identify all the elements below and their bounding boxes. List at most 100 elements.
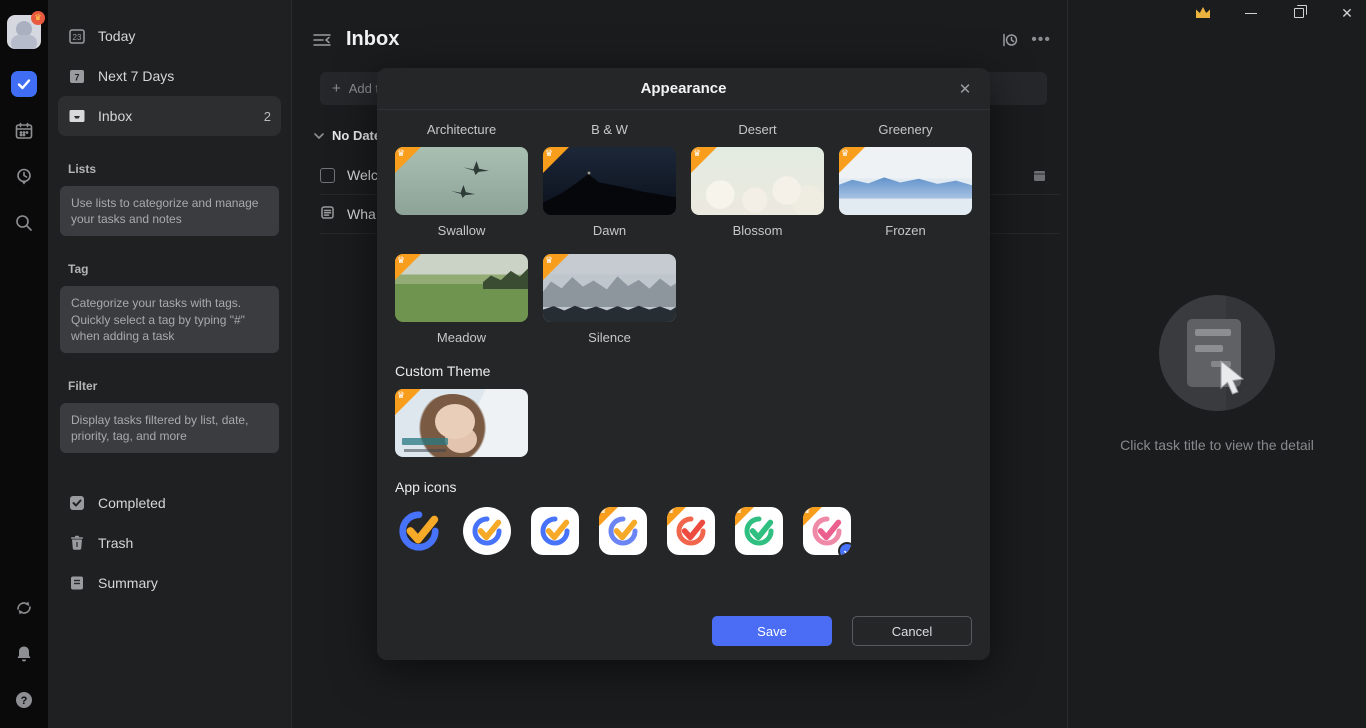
tasks-view-icon[interactable] bbox=[11, 71, 37, 97]
task-note-icon bbox=[320, 205, 335, 223]
left-rail: ? bbox=[0, 0, 48, 728]
close-button[interactable]: ✕ bbox=[1338, 4, 1356, 22]
minimize-button[interactable] bbox=[1242, 4, 1260, 22]
premium-badge-icon bbox=[691, 147, 717, 173]
sidebar-item-label: Trash bbox=[98, 535, 133, 551]
custom-theme-thumbnail[interactable] bbox=[395, 389, 528, 457]
chevron-down-icon bbox=[314, 132, 324, 140]
theme-label[interactable]: Architecture bbox=[395, 122, 528, 137]
app-icons-row bbox=[395, 507, 972, 555]
premium-badge-icon bbox=[839, 147, 865, 173]
app-icon-option-square[interactable] bbox=[531, 507, 579, 555]
theme-label: Frozen bbox=[839, 223, 972, 238]
premium-badge-icon bbox=[395, 389, 421, 415]
ticktick-logo-icon bbox=[470, 514, 504, 548]
dialog-title: Appearance bbox=[641, 80, 727, 97]
sidebar-item-completed[interactable]: Completed bbox=[58, 483, 281, 523]
theme-thumbnail bbox=[395, 147, 528, 215]
app-icon-option-circle[interactable] bbox=[463, 507, 511, 555]
add-task-placeholder: Add t bbox=[349, 81, 379, 96]
app-icon-option-pink-premium[interactable] bbox=[803, 507, 851, 555]
app-icon-option-green-premium[interactable] bbox=[735, 507, 783, 555]
sync-icon[interactable] bbox=[12, 596, 36, 620]
cancel-button[interactable]: Cancel bbox=[852, 616, 972, 646]
section-heading-filter: Filter bbox=[58, 379, 281, 393]
premium-crown-badge-icon bbox=[31, 11, 45, 25]
group-label: No Date bbox=[332, 128, 381, 143]
premium-badge-icon bbox=[667, 507, 686, 526]
sidebar-item-label: Next 7 Days bbox=[98, 68, 174, 84]
theme-option-swallow[interactable]: Swallow bbox=[395, 147, 528, 238]
theme-thumbnail bbox=[839, 147, 972, 215]
premium-badge-icon bbox=[543, 254, 569, 280]
completed-icon bbox=[68, 494, 86, 512]
appearance-dialog: Appearance ✕ Architecture B & W Desert G… bbox=[377, 68, 990, 660]
calendar-week-icon: 7 bbox=[68, 67, 86, 85]
inbox-icon bbox=[68, 107, 86, 125]
empty-illustration bbox=[1159, 295, 1275, 411]
theme-thumbnail bbox=[543, 254, 676, 322]
sidebar-item-trash[interactable]: Trash bbox=[58, 523, 281, 563]
search-icon[interactable] bbox=[12, 211, 36, 235]
premium-badge-icon bbox=[735, 507, 754, 526]
theme-option-dawn[interactable]: Dawn bbox=[543, 147, 676, 238]
task-detail-panel: Click task title to view the detail bbox=[1067, 0, 1366, 728]
sidebar-item-summary[interactable]: Summary bbox=[58, 563, 281, 603]
help-icon[interactable]: ? bbox=[12, 688, 36, 712]
lists-hint-card: Use lists to categorize and manage your … bbox=[60, 186, 279, 236]
theme-label[interactable]: Desert bbox=[691, 122, 824, 137]
page-title: Inbox bbox=[346, 28, 399, 51]
theme-grid: Swallow Dawn Blossom Frozen Meadow bbox=[395, 147, 972, 345]
theme-option-meadow[interactable]: Meadow bbox=[395, 254, 528, 345]
section-heading-lists: Lists bbox=[58, 162, 281, 176]
theme-label: Meadow bbox=[395, 330, 528, 345]
task-checkbox[interactable] bbox=[320, 168, 335, 183]
premium-badge-icon bbox=[395, 147, 421, 173]
calendar-view-icon[interactable] bbox=[12, 119, 36, 143]
avatar[interactable] bbox=[7, 15, 41, 49]
group-header-no-date[interactable]: No Date bbox=[314, 128, 381, 143]
theme-label: Swallow bbox=[395, 223, 528, 238]
app-icon-option-red-premium[interactable] bbox=[667, 507, 715, 555]
custom-theme-caption-strip bbox=[402, 438, 448, 445]
notifications-bell-icon[interactable] bbox=[12, 642, 36, 666]
premium-badge-icon bbox=[395, 254, 421, 280]
inbox-count: 2 bbox=[264, 109, 271, 124]
theme-label: Blossom bbox=[691, 223, 824, 238]
tag-hint-card: Categorize your tasks with tags. Quickly… bbox=[60, 286, 279, 353]
filter-hint-card: Display tasks filtered by list, date, pr… bbox=[60, 403, 279, 453]
app-icon-option-blue-premium[interactable] bbox=[599, 507, 647, 555]
premium-crown-icon[interactable] bbox=[1194, 4, 1212, 22]
plus-icon: + bbox=[332, 80, 341, 97]
theme-label: Silence bbox=[543, 330, 676, 345]
theme-label[interactable]: B & W bbox=[543, 122, 676, 137]
collapse-sidebar-icon[interactable] bbox=[312, 31, 332, 49]
theme-label[interactable]: Greenery bbox=[839, 122, 972, 137]
trash-icon bbox=[68, 534, 86, 552]
dialog-close-icon[interactable]: ✕ bbox=[954, 78, 976, 100]
more-options-icon[interactable]: ••• bbox=[1031, 35, 1051, 45]
sidebar-item-next7days[interactable]: 7 Next 7 Days bbox=[58, 56, 281, 96]
sort-icon[interactable] bbox=[1001, 31, 1019, 49]
section-heading-tag: Tag bbox=[58, 262, 281, 276]
restore-button[interactable] bbox=[1290, 4, 1308, 22]
theme-thumbnail bbox=[395, 254, 528, 322]
app-icons-heading: App icons bbox=[395, 479, 972, 495]
sidebar-item-today[interactable]: 23 Today bbox=[58, 16, 281, 56]
theme-label: Dawn bbox=[543, 223, 676, 238]
svg-text:7: 7 bbox=[74, 73, 79, 83]
sidebar-item-label: Inbox bbox=[98, 108, 132, 124]
theme-option-silence[interactable]: Silence bbox=[543, 254, 676, 345]
sidebar-item-inbox[interactable]: Inbox 2 bbox=[58, 96, 281, 136]
save-button[interactable]: Save bbox=[712, 616, 832, 646]
focus-pomodoro-icon[interactable] bbox=[12, 165, 36, 189]
task-title[interactable]: Wha bbox=[347, 206, 376, 222]
dialog-body: Architecture B & W Desert Greenery Swall… bbox=[377, 110, 990, 660]
theme-option-frozen[interactable]: Frozen bbox=[839, 147, 972, 238]
summary-icon bbox=[68, 574, 86, 592]
app-icon-option-flat[interactable] bbox=[395, 507, 443, 555]
task-title[interactable]: Welc bbox=[347, 167, 378, 183]
task-date-icon bbox=[1033, 169, 1046, 182]
theme-option-blossom[interactable]: Blossom bbox=[691, 147, 824, 238]
theme-thumbnail bbox=[543, 147, 676, 215]
